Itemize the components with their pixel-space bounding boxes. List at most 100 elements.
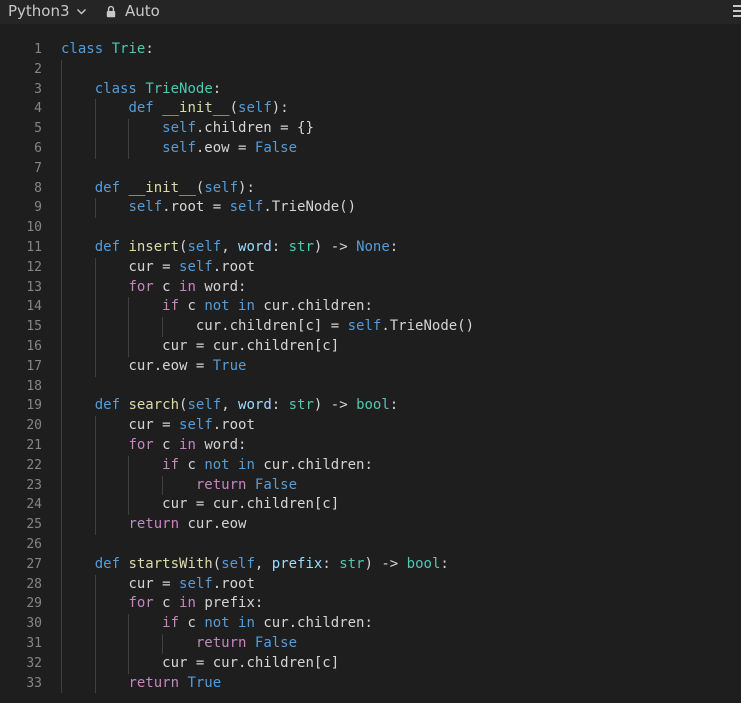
code-line[interactable]: 11 def insert(self, word: str) -> None:: [0, 237, 741, 258]
code-line[interactable]: 20 cur = self.root: [0, 416, 741, 436]
indent-guide: [128, 138, 130, 159]
code-token: self: [221, 555, 255, 572]
code-line[interactable]: 31 return False: [0, 633, 741, 654]
code-token: False: [254, 476, 298, 493]
code-line[interactable]: 7: [0, 158, 741, 179]
indent-guide: [61, 317, 62, 337]
code-token: cur =: [128, 258, 180, 275]
code-token: ):: [238, 179, 255, 196]
code-token: class: [94, 80, 137, 97]
indent-guide: [61, 396, 62, 417]
indent-guide: [61, 534, 62, 555]
line-number: 22: [26, 457, 42, 473]
line-number: 14: [26, 299, 42, 315]
code-line[interactable]: 23 return False: [0, 475, 741, 496]
code-token: TrieNode: [145, 80, 213, 97]
indent-guide: [61, 198, 62, 219]
code-token: cur = cur.children[c]: [162, 496, 340, 513]
code-token: for: [128, 278, 154, 295]
code-line[interactable]: 19 def search(self, word: str) -> bool:: [0, 396, 741, 417]
indent-guide: [128, 495, 130, 516]
code-line[interactable]: 2: [0, 59, 741, 80]
code-token: ,: [221, 397, 239, 414]
code-token: self: [179, 575, 213, 592]
code-token: in: [238, 298, 255, 315]
code-text: cur.children[c] = self.TrieNode(): [196, 317, 474, 337]
code-token: bool: [406, 555, 441, 572]
indent-guide: [61, 653, 62, 674]
indent-guide: [61, 435, 62, 456]
indent-guide: [128, 317, 130, 337]
code-line[interactable]: 21 for c in word:: [0, 435, 741, 456]
indent-guide: [94, 119, 96, 139]
line-number: 24: [26, 497, 42, 513]
indent-guide: [94, 356, 96, 377]
code-token: cur =: [128, 417, 180, 434]
autocomplete-mode-selector[interactable]: Auto: [106, 1, 160, 21]
code-line[interactable]: 1 class Trie:: [0, 40, 741, 60]
indent-guide: [94, 99, 96, 120]
code-text: cur = cur.children[c]: [162, 495, 339, 515]
code-token: def: [94, 555, 121, 572]
hamburger-menu-icon[interactable]: [731, 4, 741, 20]
code-line[interactable]: 10: [0, 218, 741, 238]
indent-guide: [94, 594, 96, 615]
code-line[interactable]: 30 if c not in cur.children:: [0, 614, 741, 634]
code-line[interactable]: 16 cur = cur.children[c]: [0, 336, 741, 357]
indent-guide: [61, 297, 62, 318]
code-token: self: [162, 139, 196, 156]
code-text: self.eow = False: [162, 139, 297, 159]
line-number: 4: [34, 101, 42, 117]
code-token: .root: [212, 575, 255, 592]
indent-guide: [94, 574, 96, 595]
code-token: word: [238, 397, 272, 414]
code-line[interactable]: 12 cur = self.root: [0, 257, 741, 278]
code-line[interactable]: 22 if c not in cur.children:: [0, 455, 741, 476]
indent-guide: [128, 336, 130, 357]
code-line[interactable]: 14 if c not in cur.children:: [0, 297, 741, 318]
code-text: if c not in cur.children:: [162, 614, 373, 634]
code-text: cur = cur.children[c]: [162, 654, 339, 674]
code-line[interactable]: 33 return True: [0, 673, 741, 694]
indent-guide: [128, 614, 130, 634]
code-line[interactable]: 4 def __init__(self):: [0, 99, 741, 120]
language-selector[interactable]: Python3: [8, 1, 87, 21]
code-line[interactable]: 9 self.root = self.TrieNode(): [0, 198, 741, 219]
code-line[interactable]: 15 cur.children[c] = self.TrieNode(): [0, 317, 741, 337]
code-line[interactable]: 29 for c in prefix:: [0, 594, 741, 615]
code-area[interactable]: 1 class Trie: 2 3 class TrieNode: 4 def __init…: [0, 24, 741, 703]
code-line[interactable]: 18: [0, 376, 741, 397]
chevron-down-icon: [76, 8, 86, 14]
code-line[interactable]: 8 def __init__(self):: [0, 178, 741, 199]
code-token: .root =: [162, 199, 230, 216]
code-line[interactable]: 6 self.eow = False: [0, 138, 741, 159]
code-line[interactable]: 3 class TrieNode:: [0, 79, 741, 100]
indent-guide: [61, 257, 62, 278]
code-token: str: [288, 397, 314, 414]
code-line[interactable]: 26: [0, 534, 741, 555]
code-token: True: [187, 674, 222, 691]
code-token: def: [94, 238, 121, 255]
code-line[interactable]: 17 cur.eow = True: [0, 356, 741, 377]
code-token: False: [254, 139, 298, 156]
code-token: def: [128, 100, 154, 117]
code-text: for c in prefix:: [128, 594, 263, 614]
code-line[interactable]: 13 for c in word:: [0, 277, 741, 298]
code-line[interactable]: 27 def startsWith(self, prefix: str) -> b…: [0, 554, 741, 575]
code-text: return False: [196, 634, 297, 654]
code-line[interactable]: 32 cur = cur.children[c]: [0, 653, 741, 674]
code-token: in: [238, 615, 255, 632]
code-token: .eow =: [195, 139, 255, 156]
code-line[interactable]: 5 self.children = {}: [0, 119, 741, 139]
line-number: 12: [26, 259, 42, 275]
indent-guide: [162, 317, 164, 337]
code-line[interactable]: 28 cur = self.root: [0, 574, 741, 595]
code-line[interactable]: 24 cur = cur.children[c]: [0, 495, 741, 516]
code-token: __init__: [128, 179, 196, 196]
code-token: cur =: [128, 575, 180, 592]
indent-guide: [61, 515, 62, 535]
indent-guide: [61, 218, 62, 238]
code-line[interactable]: 25 return cur.eow: [0, 515, 741, 535]
